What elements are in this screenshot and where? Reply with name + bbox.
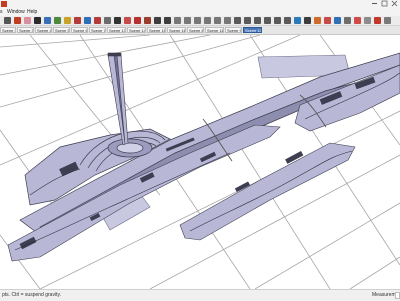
status-hint: pts. Ctrl = suspend gravity. [2,292,61,298]
materials-icon[interactable] [354,17,361,24]
warehouse-icon[interactable] [374,17,381,24]
scene-tab-8[interactable]: Scene 8 [187,27,204,33]
select-arrow-icon[interactable] [4,17,11,24]
tape-measure-icon[interactable] [104,17,111,24]
scene-tab-10[interactable]: Scene 10 [243,27,262,33]
scene-tab-2[interactable]: Scene 2 [0,27,16,33]
left-view-icon[interactable] [224,17,231,24]
menu-item-tools[interactable]: s [0,8,3,16]
scene-tab-14[interactable]: Scene 14 [127,27,146,33]
fog-icon[interactable] [314,17,321,24]
move-icon[interactable] [74,17,81,24]
wireframe-icon[interactable] [244,17,251,24]
menu-item-window[interactable]: Window [7,8,25,16]
iso-view-icon[interactable] [174,17,181,24]
scene-tab-4[interactable]: Scene 4 [35,27,52,33]
right-view-icon[interactable] [204,17,211,24]
maximize-icon[interactable] [381,0,388,7]
scale-icon[interactable] [94,17,101,24]
scene-tab-5[interactable]: Scene 5 [53,27,70,33]
text-icon[interactable] [114,17,121,24]
scene-tab-9[interactable]: Scene 9 [225,27,242,33]
title-bar [0,0,400,8]
shadow-icon[interactable] [304,17,311,24]
rotate-icon[interactable] [84,17,91,24]
tower-top [107,52,122,57]
styles-icon[interactable] [324,17,331,24]
scene-tabs-bar: Scene 2 Scene 3 Scene 4 Scene 5 Scene 6 … [0,26,400,35]
close-icon[interactable] [391,0,398,7]
road-line [254,202,400,289]
monochrome-icon[interactable] [284,17,291,24]
scene-tab-6[interactable]: Scene 6 [71,27,88,33]
components-icon[interactable] [344,17,351,24]
status-bar: pts. Ctrl = suspend gravity. Measurement… [0,289,400,301]
zoom-extents-icon[interactable] [164,17,171,24]
eraser-icon[interactable] [24,17,31,24]
arc-icon[interactable] [44,17,51,24]
road-line [0,35,151,48]
layers-icon[interactable] [334,17,341,24]
top-view-icon[interactable] [184,17,191,24]
menu-item-help[interactable]: Help [27,8,37,16]
road-line [349,256,400,289]
back-view-icon[interactable] [214,17,221,24]
xray-icon[interactable] [234,17,241,24]
hidden-line-icon[interactable] [254,17,261,24]
textured-icon[interactable] [274,17,281,24]
orbit-icon[interactable] [134,17,141,24]
menu-bar: s Window Help [0,8,400,16]
paint-bucket-icon[interactable] [124,17,131,24]
scene-tab-16[interactable]: Scene 16 [167,27,186,33]
offset-icon[interactable] [64,17,71,24]
line-icon[interactable] [34,17,41,24]
front-view-icon[interactable] [194,17,201,24]
shaded-icon[interactable] [264,17,271,24]
pencil-icon[interactable] [14,17,21,24]
minimize-icon[interactable] [372,3,377,4]
landmark-tower [107,52,129,146]
scene-tab-11[interactable]: Scene 11 [205,27,224,33]
scene-tab-3[interactable]: Scene 3 [17,27,34,33]
scene-tab-13[interactable]: Scene 13 [107,27,126,33]
app-icons [1,0,398,7]
model-viewport[interactable] [0,35,400,289]
main-toolbar [0,16,400,26]
scene-tab-7[interactable]: Scene 7 [89,27,106,33]
app-icon [1,1,7,7]
model-drawing [0,35,400,289]
section-plane-icon[interactable] [294,17,301,24]
measurements-input[interactable] [395,292,400,299]
sandbox-icon[interactable] [364,17,371,24]
pan-icon[interactable] [144,17,151,24]
extension-icon[interactable] [384,17,391,24]
plaza-ring-inner [116,142,144,154]
scene-tab-15[interactable]: Scene 15 [147,27,166,33]
push-pull-icon[interactable] [54,17,61,24]
zoom-icon[interactable] [154,17,161,24]
road-line [0,35,211,76]
